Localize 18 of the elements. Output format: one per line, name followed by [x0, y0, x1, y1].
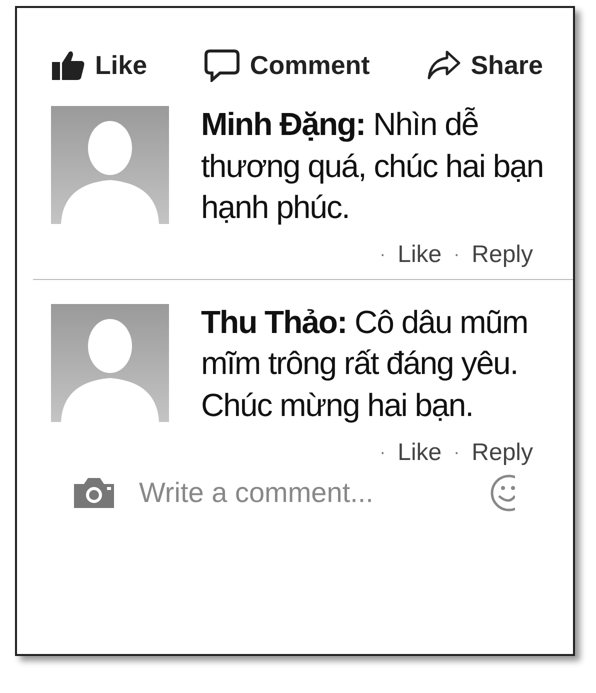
comment-text: Minh Đặng: Nhìn dễ thương quá, chúc hai bạn hạnh phúc.: [201, 105, 544, 228]
reply-link[interactable]: Reply: [472, 438, 533, 467]
like-button[interactable]: Like: [51, 48, 148, 82]
separator-dot: ·: [380, 244, 386, 266]
thumbs-up-icon: [51, 49, 85, 81]
like-link[interactable]: Like: [398, 438, 442, 467]
like-link[interactable]: Like: [398, 240, 442, 269]
separator-dot: ·: [454, 244, 460, 266]
smiley-icon[interactable]: [489, 474, 515, 512]
separator-dot: ·: [380, 442, 386, 464]
speech-bubble-icon: [204, 48, 240, 82]
share-button[interactable]: Share: [426, 48, 543, 82]
camera-icon[interactable]: [71, 476, 117, 510]
separator-dot: ·: [454, 442, 460, 464]
reply-link[interactable]: Reply: [472, 240, 533, 269]
comment-button[interactable]: Comment: [204, 48, 370, 82]
comment-text: Thu Thảo: Cô dâu mũm mĩm trông rất đáng yêu. Chúc mừng hai bạn.: [201, 302, 529, 425]
share-arrow-icon: [426, 50, 461, 80]
